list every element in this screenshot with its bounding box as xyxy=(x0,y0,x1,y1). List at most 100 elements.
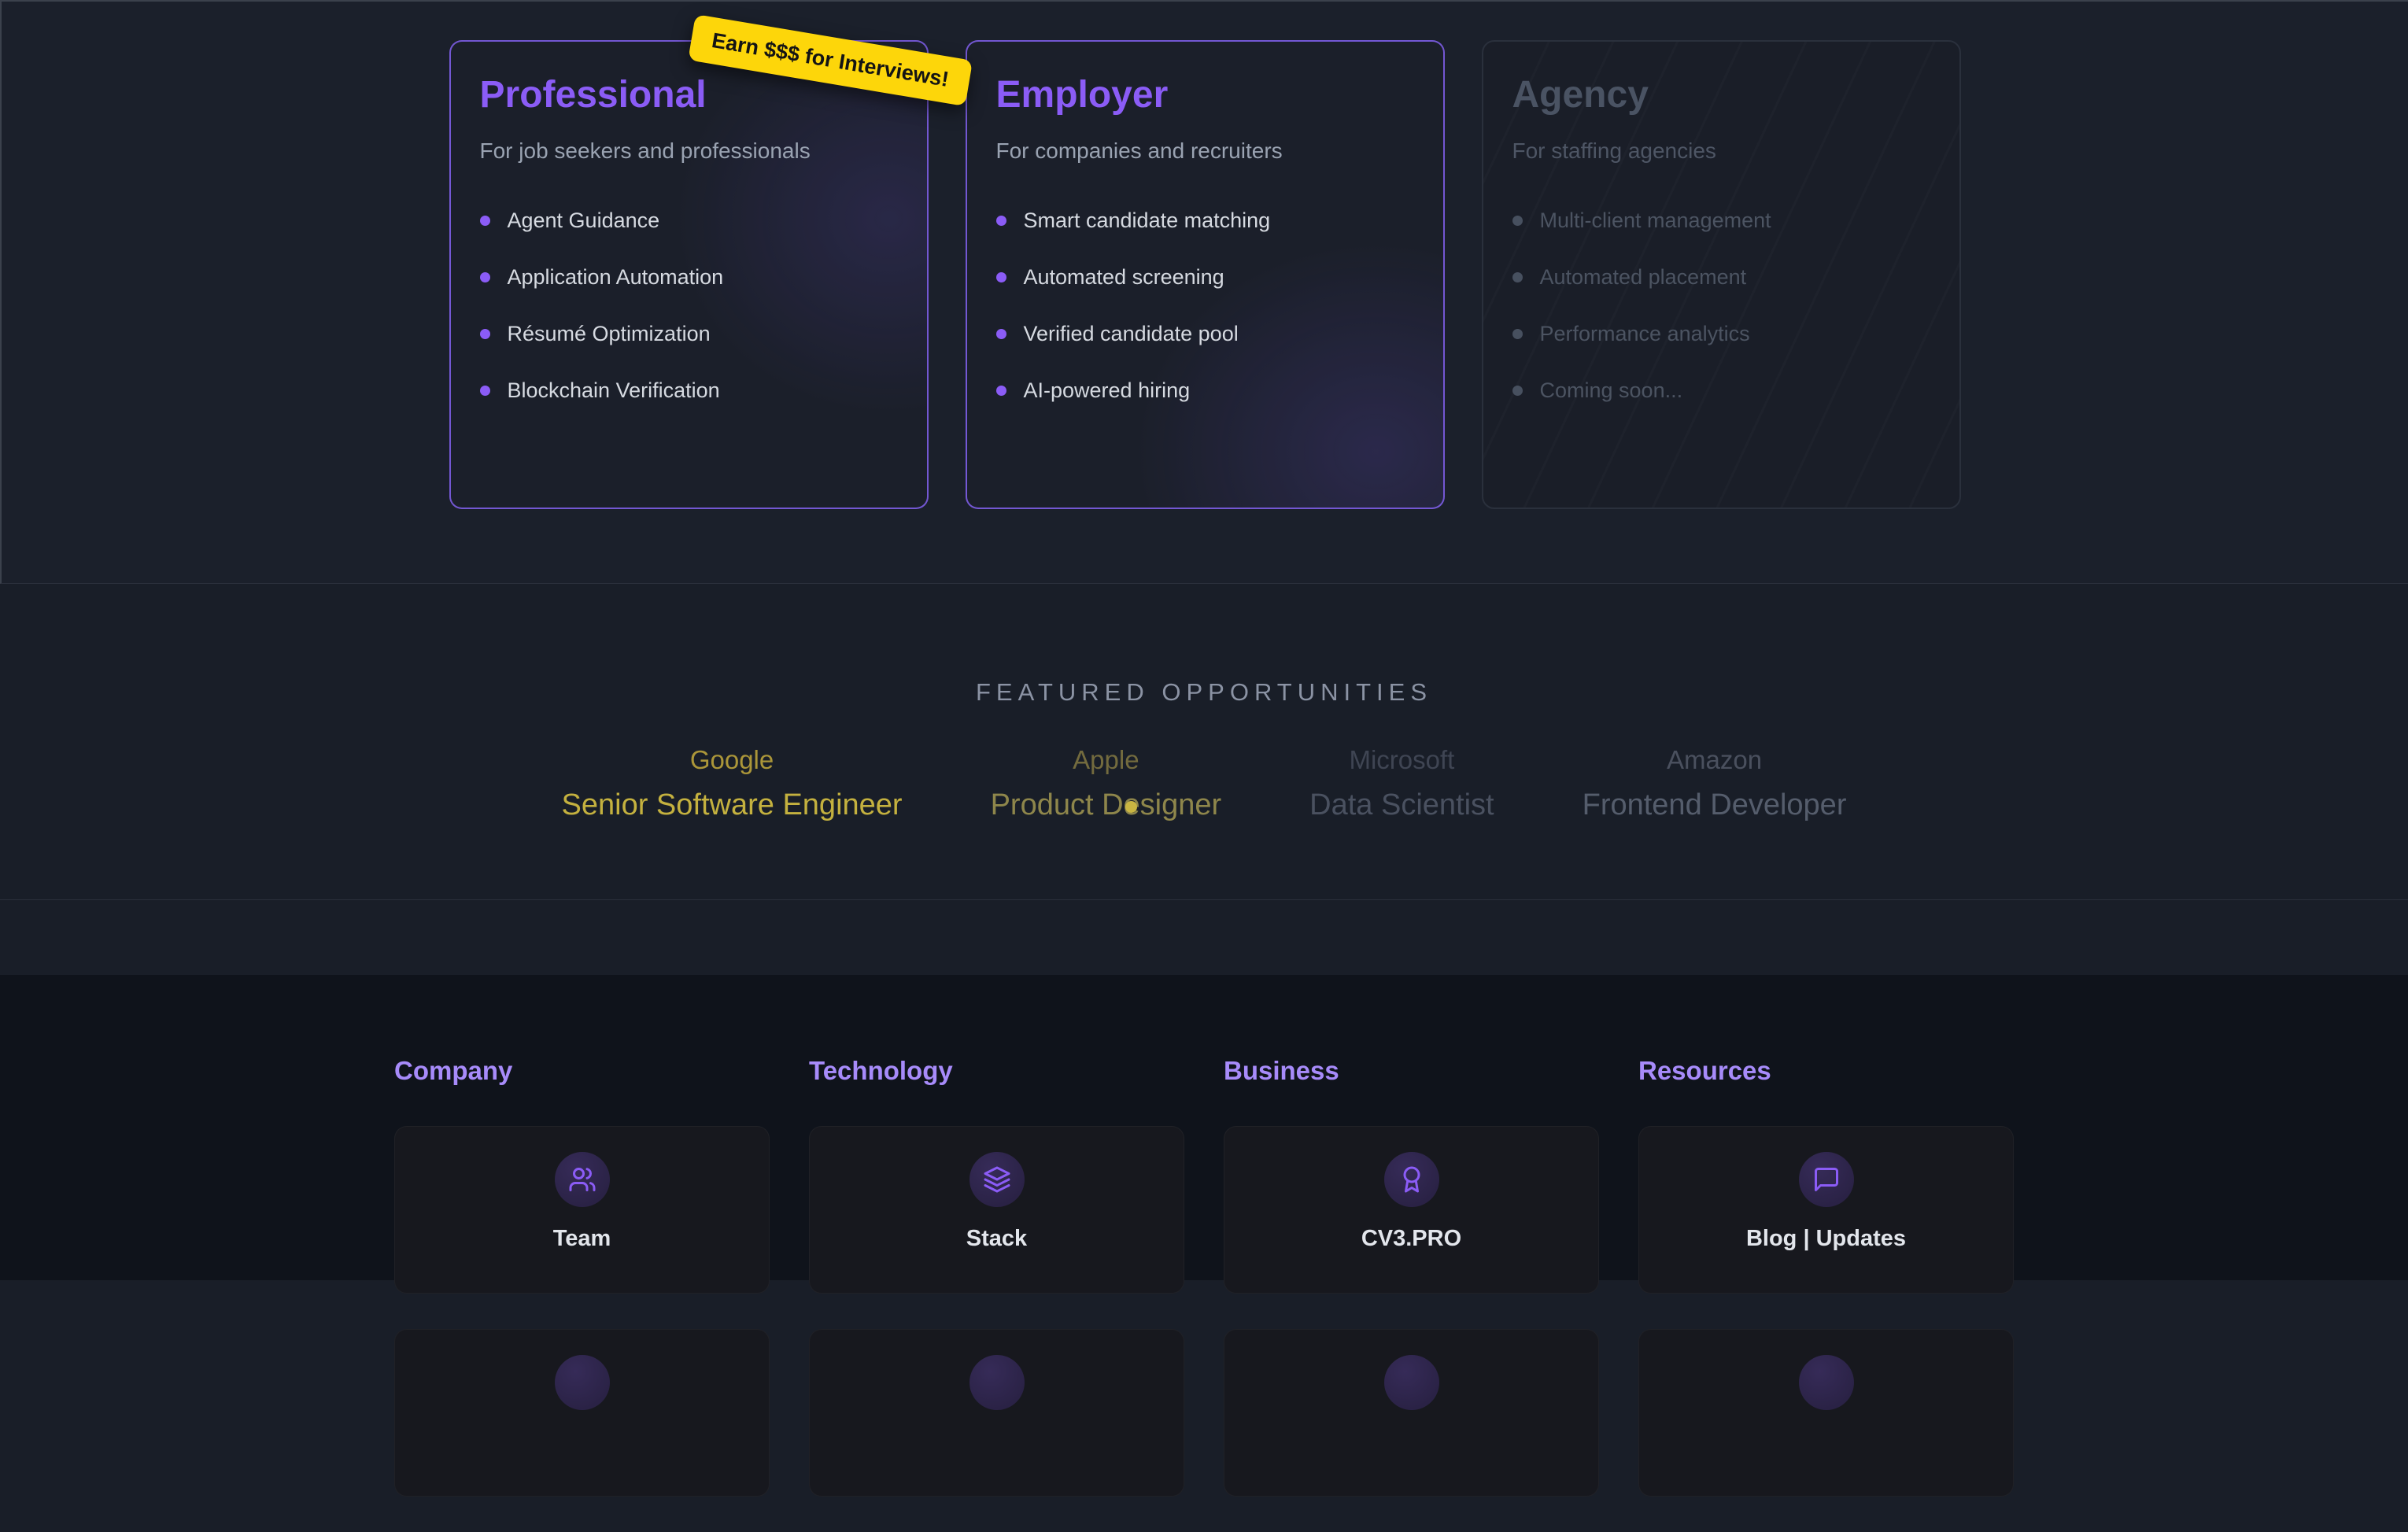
plan-feature: Smart candidate matching xyxy=(996,207,1414,234)
icon-circle xyxy=(555,1355,610,1410)
job-company: Amazon xyxy=(1583,744,1847,776)
plan-subtitle: For companies and recruiters xyxy=(996,138,1414,164)
bullet-icon xyxy=(996,272,1006,282)
plan-feature: Automated screening xyxy=(996,264,1414,290)
job-company: Apple xyxy=(991,744,1222,776)
chat-icon xyxy=(1812,1165,1841,1194)
plan-feature-list: Multi-client management Automated placem… xyxy=(1512,207,1930,404)
plan-feature: Automated placement xyxy=(1512,264,1930,290)
icon-circle xyxy=(969,1152,1025,1207)
plan-feature-label: AI-powered hiring xyxy=(1024,378,1191,403)
bullet-icon xyxy=(1512,329,1523,339)
footer-card-label: CV3.PRO xyxy=(1224,1226,1598,1252)
award-icon xyxy=(1398,1165,1426,1194)
footer-card-label: Blog | Updates xyxy=(1639,1226,2013,1252)
featured-job-google[interactable]: Google Senior Software Engineer xyxy=(562,744,903,823)
footer-column-header: Business xyxy=(1224,1056,1599,1086)
plan-feature: Blockchain Verification xyxy=(480,377,898,404)
bullet-icon xyxy=(996,329,1006,339)
footer-column-resources: Resources Blog | Updates xyxy=(1638,1056,2014,1532)
footer-column-header: Technology xyxy=(809,1056,1184,1086)
icon-circle xyxy=(1384,1355,1439,1410)
icon-circle xyxy=(969,1355,1025,1410)
site-footer: Company Team Technology Stack xyxy=(0,975,2408,1280)
bullet-icon xyxy=(996,386,1006,396)
footer-column-header: Company xyxy=(394,1056,770,1086)
footer-card-label: Stack xyxy=(810,1226,1184,1252)
job-role: Senior Software Engineer xyxy=(562,787,903,823)
icon-circle xyxy=(1799,1355,1854,1410)
featured-job-apple[interactable]: Apple Product Designer xyxy=(991,744,1222,823)
plan-feature: Résumé Optimization xyxy=(480,320,898,347)
plan-card-employer[interactable]: Employer For companies and recruiters Sm… xyxy=(966,40,1445,509)
plan-feature: Application Automation xyxy=(480,264,898,290)
section-spacer xyxy=(0,900,2408,975)
plan-feature-list: Agent Guidance Application Automation Ré… xyxy=(480,207,898,404)
footer-card-partial[interactable] xyxy=(809,1329,1184,1497)
plan-feature-label: Automated placement xyxy=(1540,265,1747,290)
plan-card-agency: Agency For staffing agencies Multi-clien… xyxy=(1482,40,1961,509)
footer-column-business: Business CV3.PRO xyxy=(1224,1056,1599,1532)
plan-feature: Verified candidate pool xyxy=(996,320,1414,347)
bullet-icon xyxy=(480,272,490,282)
plan-feature: Coming soon... xyxy=(1512,377,1930,404)
plan-feature-label: Blockchain Verification xyxy=(508,378,720,403)
featured-heading: FEATURED OPPORTUNITIES xyxy=(0,678,2408,707)
footer-card-stack[interactable]: Stack xyxy=(809,1126,1184,1294)
bullet-icon xyxy=(1512,386,1523,396)
job-role: Product Designer xyxy=(991,787,1222,823)
plan-feature: Agent Guidance xyxy=(480,207,898,234)
bullet-icon xyxy=(480,386,490,396)
job-role: Frontend Developer xyxy=(1583,787,1847,823)
plans-section: Earn $$$ for Interviews! Professional Fo… xyxy=(0,0,2408,584)
plan-title: Agency xyxy=(1512,73,1930,117)
active-carousel-dot xyxy=(1125,801,1137,813)
plan-feature-label: Coming soon... xyxy=(1540,378,1683,403)
footer-card-label: Team xyxy=(395,1226,769,1252)
footer-columns: Company Team Technology Stack xyxy=(0,1056,2408,1532)
layers-icon xyxy=(983,1165,1011,1194)
bullet-icon xyxy=(996,216,1006,226)
footer-card-team[interactable]: Team xyxy=(394,1126,770,1294)
users-icon xyxy=(568,1165,596,1194)
featured-opportunities-section: FEATURED OPPORTUNITIES Google Senior Sof… xyxy=(0,584,2408,900)
featured-job-microsoft[interactable]: Microsoft Data Scientist xyxy=(1309,744,1494,823)
bullet-icon xyxy=(1512,216,1523,226)
plan-feature: Multi-client management xyxy=(1512,207,1930,234)
plan-subtitle: For staffing agencies xyxy=(1512,138,1930,164)
footer-card-partial[interactable] xyxy=(394,1329,770,1497)
plan-feature-label: Résumé Optimization xyxy=(508,322,711,346)
featured-jobs-row: Google Senior Software Engineer Apple Pr… xyxy=(0,744,2408,823)
footer-card-blog[interactable]: Blog | Updates xyxy=(1638,1126,2014,1294)
footer-card-partial[interactable] xyxy=(1638,1329,2014,1497)
plans-row: Professional For job seekers and profess… xyxy=(2,2,2408,509)
icon-circle xyxy=(1384,1152,1439,1207)
plan-feature-label: Smart candidate matching xyxy=(1024,209,1271,233)
footer-card-partial[interactable] xyxy=(1224,1329,1599,1497)
page: { "theme": { "accent": "#8b5cf6", "accen… xyxy=(0,0,2408,1356)
bullet-icon xyxy=(1512,272,1523,282)
plan-subtitle: For job seekers and professionals xyxy=(480,138,898,164)
plan-feature: AI-powered hiring xyxy=(996,377,1414,404)
plan-title: Employer xyxy=(996,73,1414,117)
job-company: Microsoft xyxy=(1309,744,1494,776)
featured-job-amazon[interactable]: Amazon Frontend Developer xyxy=(1583,744,1847,823)
footer-column-company: Company Team xyxy=(394,1056,770,1532)
plan-feature: Performance analytics xyxy=(1512,320,1930,347)
plan-card-professional[interactable]: Professional For job seekers and profess… xyxy=(449,40,929,509)
icon-circle xyxy=(1799,1152,1854,1207)
job-role: Data Scientist xyxy=(1309,787,1494,823)
plan-feature-label: Agent Guidance xyxy=(508,209,660,233)
job-company: Google xyxy=(562,744,903,776)
plan-feature-label: Automated screening xyxy=(1024,265,1224,290)
footer-column-technology: Technology Stack xyxy=(809,1056,1184,1532)
bullet-icon xyxy=(480,329,490,339)
plan-feature-label: Verified candidate pool xyxy=(1024,322,1239,346)
bullet-icon xyxy=(480,216,490,226)
icon-circle xyxy=(555,1152,610,1207)
plan-feature-label: Performance analytics xyxy=(1540,322,1750,346)
footer-column-header: Resources xyxy=(1638,1056,2014,1086)
plan-feature-label: Multi-client management xyxy=(1540,209,1771,233)
plan-feature-label: Application Automation xyxy=(508,265,724,290)
footer-card-cv3pro[interactable]: CV3.PRO xyxy=(1224,1126,1599,1294)
